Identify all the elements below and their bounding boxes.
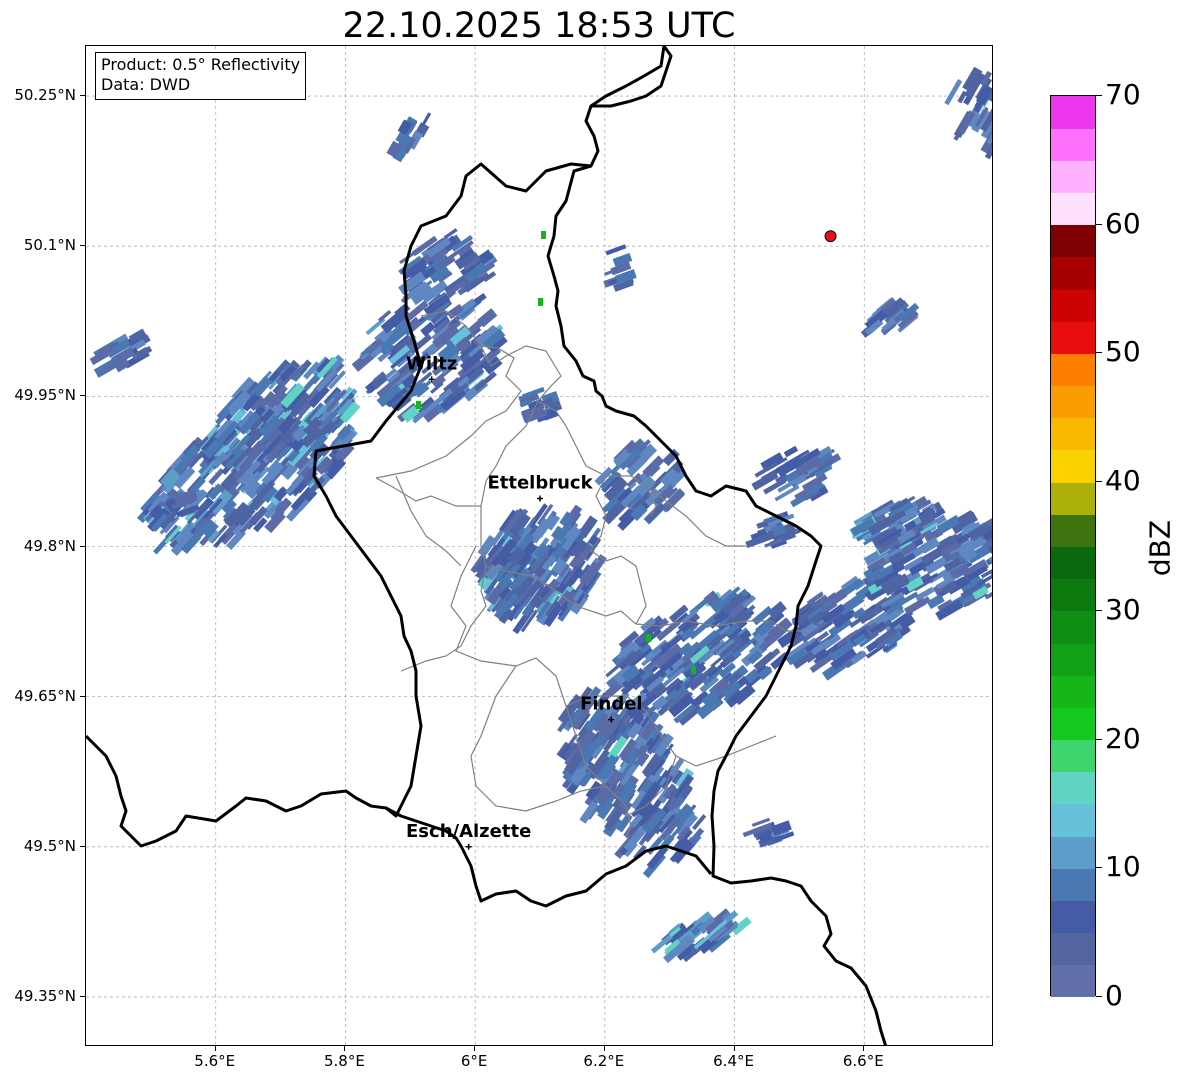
- colorbar-segment: [1051, 160, 1095, 194]
- lat-tick-label: 49.5°N: [23, 836, 76, 855]
- colorbar-tick-label: 60: [1105, 206, 1141, 240]
- colorbar-tick: [1096, 95, 1102, 96]
- colorbar-tick-label: 40: [1105, 464, 1141, 498]
- colorbar-tick: [1096, 996, 1102, 997]
- colorbar-segment: [1051, 256, 1095, 290]
- colorbar-segment: [1051, 128, 1095, 161]
- colorbar-segment: [1051, 514, 1095, 547]
- city-marker: [465, 843, 472, 850]
- radar-site-marker: [824, 230, 837, 243]
- radar-echo-pixel: [538, 298, 543, 306]
- colorbar-segment: [1051, 675, 1095, 708]
- lon-tick: [344, 1046, 346, 1051]
- colorbar-tick: [1096, 738, 1102, 740]
- product-info-box: Product: 0.5° Reflectivity Data: DWD: [95, 52, 307, 100]
- radar-echo-pixel: [646, 634, 651, 642]
- colorbar-segment: [1051, 546, 1095, 580]
- colorbar-segment: [1051, 224, 1095, 258]
- colorbar-segment: [1051, 417, 1095, 451]
- colorbar-tick: [1096, 223, 1102, 225]
- colorbar-tick: [1096, 609, 1102, 611]
- lon-tick-label: 6°E: [460, 1052, 488, 1070]
- lat-tick: [80, 245, 85, 247]
- colorbar-segment: [1051, 449, 1095, 483]
- city-label: Esch/Alzette: [406, 821, 531, 842]
- colorbar-tick-label: 50: [1105, 335, 1141, 369]
- colorbar-tick: [1096, 352, 1102, 354]
- lat-tick-label: 49.8°N: [23, 536, 76, 555]
- colorbar-segment: [1051, 868, 1095, 901]
- city-label: Findel: [580, 694, 643, 715]
- radar-echo-pixel: [541, 231, 546, 239]
- lat-tick: [80, 95, 85, 97]
- lat-tick-label: 49.95°N: [14, 386, 76, 405]
- colorbar-tick-label: 0: [1105, 979, 1123, 1012]
- lon-tick-label: 5.6°E: [194, 1052, 236, 1070]
- lon-tick: [474, 1046, 476, 1051]
- colorbar-unit-label: dBZ: [1143, 519, 1177, 577]
- radar-echo-pixel: [421, 112, 432, 127]
- lon-tick-label: 6.6°E: [842, 1052, 884, 1070]
- colorbar-segment: [1051, 289, 1095, 322]
- colorbar-tick: [1096, 481, 1102, 483]
- product-text: Product: 0.5° Reflectivity: [101, 55, 301, 74]
- lon-tick: [863, 1046, 865, 1051]
- data-source-text: Data: DWD: [101, 75, 191, 94]
- colorbar-segment: [1051, 321, 1095, 354]
- radar-map[interactable]: Wiltz Ettelbruck Findel Esch/Alzette: [85, 45, 993, 1046]
- radar-echo-pixel: [783, 445, 799, 458]
- colorbar-tick-label: 20: [1105, 721, 1141, 755]
- reflectivity-echoes: [89, 66, 992, 964]
- map-canvas: Wiltz Ettelbruck Findel Esch/Alzette: [86, 46, 992, 1045]
- colorbar-segment: [1051, 964, 1095, 998]
- lat-tick-label: 49.35°N: [14, 986, 76, 1005]
- colorbar-segment: [1051, 96, 1095, 129]
- lat-tick: [80, 995, 85, 997]
- colorbar-segment: [1051, 932, 1095, 966]
- colorbar-segment: [1051, 192, 1095, 226]
- colorbar-segment: [1051, 610, 1095, 644]
- colorbar-segment: [1051, 353, 1095, 387]
- colorbar-segment: [1051, 836, 1095, 869]
- lat-tick: [80, 395, 85, 397]
- colorbar-tick-label: 70: [1105, 78, 1141, 111]
- colorbar-segment: [1051, 739, 1095, 773]
- lat-tick-label: 50.1°N: [23, 236, 76, 255]
- lon-tick-label: 6.2°E: [583, 1052, 625, 1070]
- lat-tick: [80, 545, 85, 547]
- colorbar-segment: [1051, 771, 1095, 805]
- lat-tick: [80, 695, 85, 697]
- radar-echo-pixel: [691, 666, 696, 674]
- colorbar-segment: [1051, 643, 1095, 676]
- map-title: 22.10.2025 18:53 UTC: [342, 6, 736, 46]
- colorbar: [1050, 95, 1096, 998]
- colorbar-segment: [1051, 578, 1095, 612]
- colorbar-segment: [1051, 482, 1095, 515]
- lon-tick-label: 5.8°E: [324, 1052, 365, 1070]
- colorbar-tick: [1096, 867, 1102, 869]
- colorbar-tick-label: 30: [1105, 592, 1141, 626]
- city-label: Ettelbruck: [487, 472, 593, 493]
- lon-tick: [214, 1046, 216, 1051]
- lat-tick-label: 50.25°N: [14, 86, 76, 105]
- radar-echo-pixel: [416, 401, 421, 409]
- lon-tick-label: 6.4°E: [713, 1052, 754, 1070]
- colorbar-segment: [1051, 803, 1095, 837]
- colorbar-segment: [1051, 900, 1095, 934]
- city-label: Wiltz: [406, 353, 457, 374]
- city-marker: [537, 495, 543, 502]
- colorbar-segment: [1051, 707, 1095, 741]
- lat-tick-label: 49.65°N: [14, 686, 76, 705]
- colorbar-segment: [1051, 385, 1095, 419]
- lon-tick: [733, 1046, 735, 1051]
- colorbar-tick-label: 10: [1105, 850, 1141, 884]
- lat-tick: [80, 845, 85, 847]
- lon-tick: [603, 1046, 605, 1051]
